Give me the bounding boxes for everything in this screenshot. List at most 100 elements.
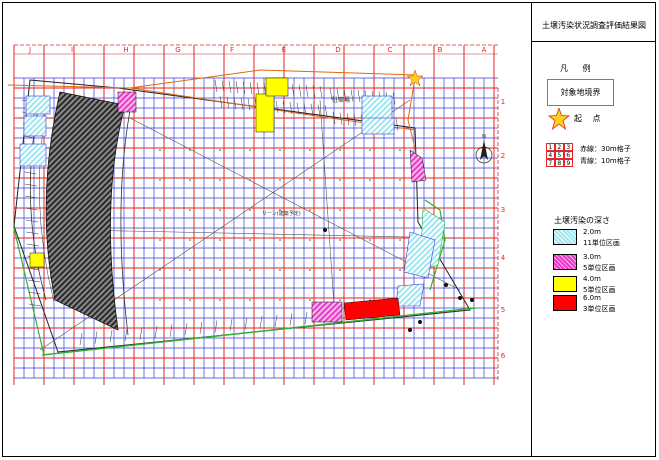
contamination-3m [409, 149, 427, 183]
survey-point [189, 269, 191, 271]
survey-point [219, 209, 221, 211]
contamination-2m [403, 231, 436, 279]
column-label-E: E [282, 46, 286, 54]
survey-point [279, 269, 281, 271]
survey-point [309, 209, 311, 211]
depth-row-3m: 3.0m 5単位区画 [553, 253, 643, 274]
survey-point [369, 269, 371, 271]
survey-marker [458, 296, 462, 300]
survey-point [189, 209, 191, 211]
parking-stall [274, 314, 278, 327]
survey-point [249, 239, 251, 241]
survey-point [339, 269, 341, 271]
parking-stall [26, 243, 39, 247]
column-label-H: H [123, 46, 128, 54]
survey-point [339, 179, 341, 181]
row-label-4: 4 [501, 254, 506, 262]
row-label-6: 6 [501, 352, 506, 360]
parking-stall [235, 81, 239, 94]
survey-point [159, 299, 161, 301]
column-label-G: G [175, 46, 180, 54]
survey-point [249, 269, 251, 271]
start-point-label: 起 点 [574, 114, 605, 123]
survey-point [279, 299, 281, 301]
survey-point [189, 299, 191, 301]
survey-marker [444, 283, 448, 287]
survey-point [279, 149, 281, 151]
survey-point [159, 179, 161, 181]
boundary-line-left [13, 227, 45, 356]
parking-stall [395, 118, 399, 131]
contamination-2m [23, 115, 47, 137]
depth-swatch-yellow [553, 276, 577, 292]
parking-stall [350, 89, 354, 102]
survey-point [309, 269, 311, 271]
contamination-4m [265, 77, 289, 97]
survey-point [399, 239, 401, 241]
red-grid-label: 赤線：30m格子 [580, 145, 631, 153]
depth-count: 5単位区画 [583, 264, 616, 272]
column-label-I: I [71, 46, 73, 54]
parking-stall [228, 80, 232, 93]
survey-point [309, 149, 311, 151]
survey-point [249, 209, 251, 211]
building-label: 駐車場 [332, 96, 350, 104]
curved-road-line [120, 99, 133, 336]
column-label-J: J [28, 46, 31, 54]
survey-marker [323, 228, 327, 232]
survey-point [339, 239, 341, 241]
survey-point [369, 179, 371, 181]
parking-stall [339, 112, 343, 125]
contamination-4m [255, 93, 275, 133]
parking-stall [94, 331, 98, 344]
parking-stall [305, 85, 309, 98]
depth-value: 3.0m [583, 253, 601, 261]
survey-point [249, 299, 251, 301]
column-label-D: D [335, 46, 340, 54]
survey-point [219, 149, 221, 151]
survey-point [369, 239, 371, 241]
survey-point [399, 149, 401, 151]
survey-point [339, 299, 341, 301]
contamination-2m [361, 95, 393, 121]
survey-point [369, 209, 371, 211]
survey-point [219, 239, 221, 241]
depth-value: 2.0m [583, 228, 601, 236]
boundary-legend-label: 対象地境界 [560, 88, 601, 97]
survey-point [309, 179, 311, 181]
parking-stall [357, 89, 361, 103]
hatched-band [45, 91, 126, 331]
depth-value: 6.0m [583, 294, 601, 302]
site-map: J I H G F E D C B A 1 2 3 4 5 6 駐車場リーン(建築予定) N [7, 44, 506, 385]
parking-stall [229, 318, 233, 332]
construction-line [319, 99, 336, 321]
parking-stall [139, 327, 143, 340]
survey-point [309, 299, 311, 301]
survey-point [339, 149, 341, 151]
survey-point [399, 269, 401, 271]
survey-point [219, 179, 221, 181]
survey-point [219, 269, 221, 271]
column-label-B: B [438, 46, 443, 54]
survey-point [339, 209, 341, 211]
parking-stall [324, 104, 328, 118]
depth-swatch-red [553, 295, 577, 311]
parking-stall [28, 291, 41, 295]
survey-point [399, 179, 401, 181]
title-divider [531, 41, 656, 42]
depth-value: 4.0m [583, 275, 601, 283]
survey-point [159, 209, 161, 211]
depth-swatch-magenta [553, 254, 577, 270]
parking-stall [184, 323, 188, 336]
survey-point [369, 149, 371, 151]
row-label-3: 3 [501, 206, 505, 214]
depth-row-2m: 2.0m 11単位区画 [553, 228, 643, 249]
start-point-star-icon [548, 108, 570, 130]
survey-point [399, 209, 401, 211]
parking-stall [28, 303, 41, 307]
survey-point [309, 239, 311, 241]
depth-heading: 土壌汚染の深さ [554, 216, 610, 225]
contamination-2m [395, 283, 425, 307]
survey-point [279, 179, 281, 181]
legend-heading: 凡 例 [560, 64, 597, 73]
